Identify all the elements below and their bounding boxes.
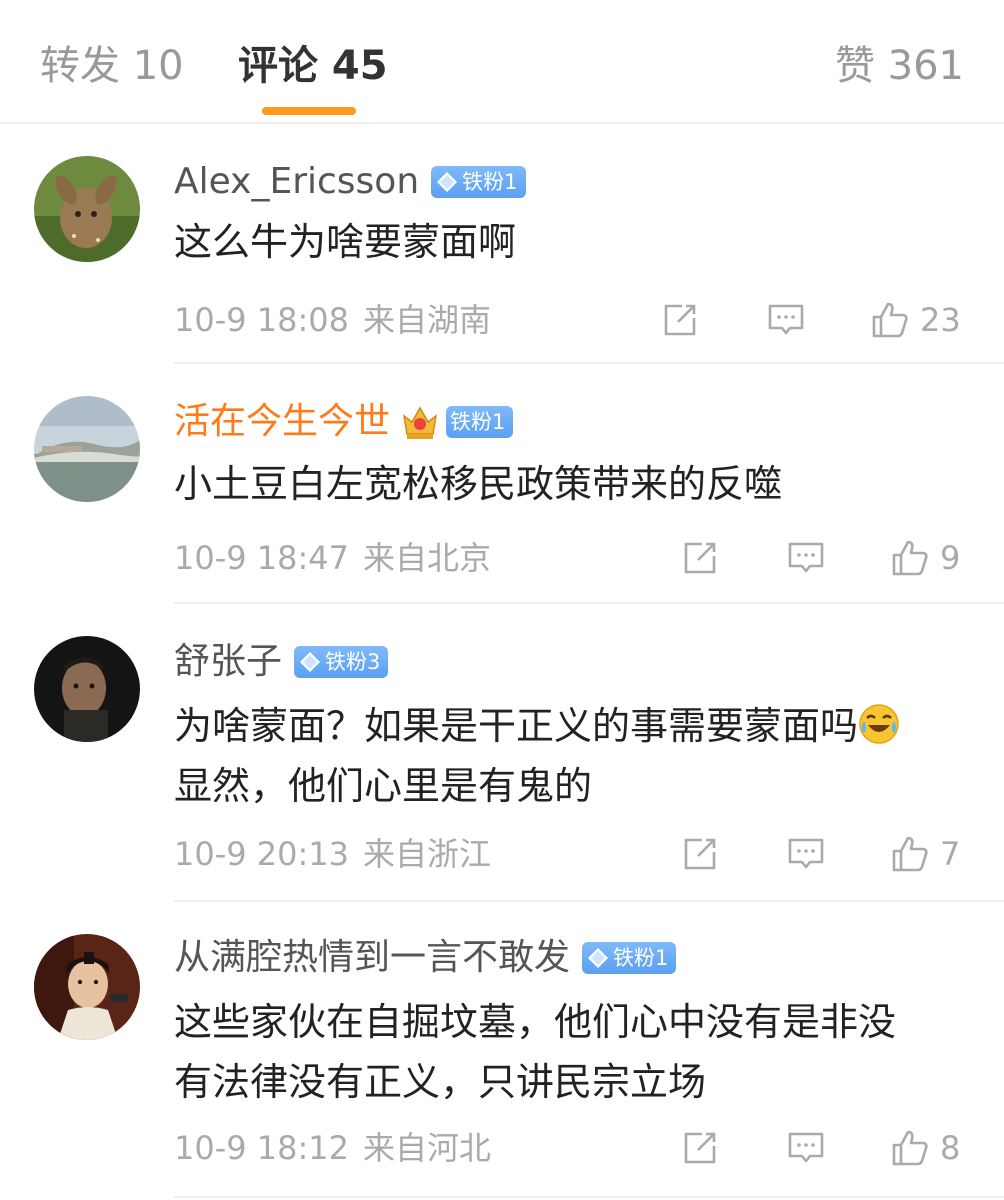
comment-text-line: 这些家伙在自掘坟墓，他们心中没有是非没 xyxy=(174,1000,897,1044)
tab-comments[interactable]: 评论 45 xyxy=(238,40,388,92)
fan-badge: 铁粉1 xyxy=(431,166,526,198)
like-button[interactable]: 23 xyxy=(870,298,961,342)
comment-time: 10-9 18:47 xyxy=(174,539,350,577)
comment-text-line: 有法律没有正义，只讲民宗立场 xyxy=(174,1060,707,1104)
diamond-icon xyxy=(437,172,458,192)
comment-meta: 10-9 20:13 来自浙江 xyxy=(174,834,491,874)
username-row: 活在今生今世 铁粉1 xyxy=(174,400,514,444)
like-count: 8 xyxy=(940,1129,961,1167)
comment-location: 来自浙江 xyxy=(363,835,492,873)
like-count: 7 xyxy=(940,835,961,873)
comment-location: 来自北京 xyxy=(363,539,492,577)
thumbs-up-icon xyxy=(892,1130,928,1166)
fan-badge-label: 铁粉1 xyxy=(462,170,518,194)
username-row: Alex_Ericsson 铁粉1 xyxy=(174,160,526,204)
user-avatar[interactable] xyxy=(34,636,140,742)
fan-badge: 铁粉1 xyxy=(446,406,514,438)
fan-badge: 铁粉1 xyxy=(582,942,677,974)
reply-button[interactable] xyxy=(786,536,826,580)
comment-divider xyxy=(174,1196,1004,1198)
username[interactable]: 舒张子 xyxy=(174,640,282,684)
fan-badge: 铁粉3 xyxy=(294,646,389,678)
comment-meta: 10-9 18:47 来自北京 xyxy=(174,538,491,578)
comment-location: 来自河北 xyxy=(363,1129,492,1167)
username[interactable]: Alex_Ericsson xyxy=(174,160,419,204)
comment-item: 活在今生今世 铁粉1 小土豆白左宽松移民政策带来的反噬 10-9 18:47 来自… xyxy=(0,364,1004,604)
comment-icon xyxy=(768,304,804,335)
comment-item: Alex_Ericsson 铁粉1 这么牛为啥要蒙面啊 10-9 18:08 来自… xyxy=(0,124,1004,364)
crown-icon xyxy=(400,402,440,442)
share-icon xyxy=(684,1132,716,1164)
share-button[interactable] xyxy=(660,298,700,342)
user-avatar[interactable] xyxy=(34,396,140,502)
like-count: 23 xyxy=(920,301,961,339)
fan-badge-label: 铁粉3 xyxy=(325,650,381,674)
comment-time: 10-9 18:12 xyxy=(174,1129,350,1167)
reply-button[interactable] xyxy=(786,1126,826,1170)
fan-badge-label: 铁粉1 xyxy=(450,410,506,434)
comment-meta: 10-9 18:08 来自湖南 xyxy=(174,300,491,340)
share-button[interactable] xyxy=(680,1126,720,1170)
thumbs-up-icon xyxy=(892,836,928,872)
comment-text: 这么牛为啥要蒙面啊 xyxy=(174,220,517,264)
comment-time: 10-9 20:13 xyxy=(174,835,350,873)
comment-text-line: 显然，他们心里是有鬼的 xyxy=(174,764,593,808)
comment-divider xyxy=(174,900,1004,902)
comment-item: 舒张子 铁粉3 为啥蒙面？如果是干正义的事需要蒙面吗 显然，他们心里是有鬼的 1… xyxy=(0,604,1004,904)
comment-text: 小土豆白左宽松移民政策带来的反噬 xyxy=(174,462,783,506)
comment-location: 来自湖南 xyxy=(363,301,492,339)
share-icon xyxy=(664,304,696,336)
reply-button[interactable] xyxy=(766,298,806,342)
share-icon xyxy=(684,838,716,870)
active-tab-indicator xyxy=(262,107,356,115)
comment-icon xyxy=(788,542,824,573)
tab-repost[interactable]: 转发 10 xyxy=(40,40,184,92)
share-icon xyxy=(684,542,716,574)
comment-icon xyxy=(788,838,824,869)
comment-item: 从满腔热情到一言不敢发 铁粉1 这些家伙在自掘坟墓，他们心中没有是非没 有法律没… xyxy=(0,904,1004,1200)
thumbs-up-icon xyxy=(892,540,928,576)
comment-text: 为啥蒙面？如果是干正义的事需要蒙面吗 显然，他们心里是有鬼的 xyxy=(174,696,974,816)
like-count: 9 xyxy=(940,539,961,577)
comment-time: 10-9 18:08 xyxy=(174,301,350,339)
username-row: 从满腔热情到一言不敢发 铁粉1 xyxy=(174,936,677,980)
like-button[interactable]: 9 xyxy=(890,536,960,580)
comment-icon xyxy=(788,1132,824,1163)
comment-text: 这些家伙在自掘坟墓，他们心中没有是非没 有法律没有正义，只讲民宗立场 xyxy=(174,992,974,1112)
tab-likes[interactable]: 赞 361 xyxy=(835,40,964,92)
username-row: 舒张子 铁粉3 xyxy=(174,640,389,684)
laugh-cry-emoji xyxy=(858,702,900,744)
share-button[interactable] xyxy=(680,832,720,876)
diamond-icon xyxy=(588,948,609,968)
thumbs-up-icon xyxy=(872,302,908,338)
comment-meta: 10-9 18:12 来自河北 xyxy=(174,1128,491,1168)
username[interactable]: 从满腔热情到一言不敢发 xyxy=(174,936,570,980)
like-button[interactable]: 8 xyxy=(890,1126,960,1170)
user-avatar[interactable] xyxy=(34,934,140,1040)
diamond-icon xyxy=(300,652,321,672)
fan-badge-label: 铁粉1 xyxy=(613,946,669,970)
reply-button[interactable] xyxy=(786,832,826,876)
share-button[interactable] xyxy=(680,536,720,580)
username[interactable]: 活在今生今世 xyxy=(174,400,390,444)
user-avatar[interactable] xyxy=(34,156,140,262)
like-button[interactable]: 7 xyxy=(890,832,960,876)
comment-tabs: 转发 10 评论 45 赞 361 xyxy=(0,0,1004,124)
comment-text-line: 为啥蒙面？如果是干正义的事需要蒙面吗 xyxy=(174,704,859,748)
